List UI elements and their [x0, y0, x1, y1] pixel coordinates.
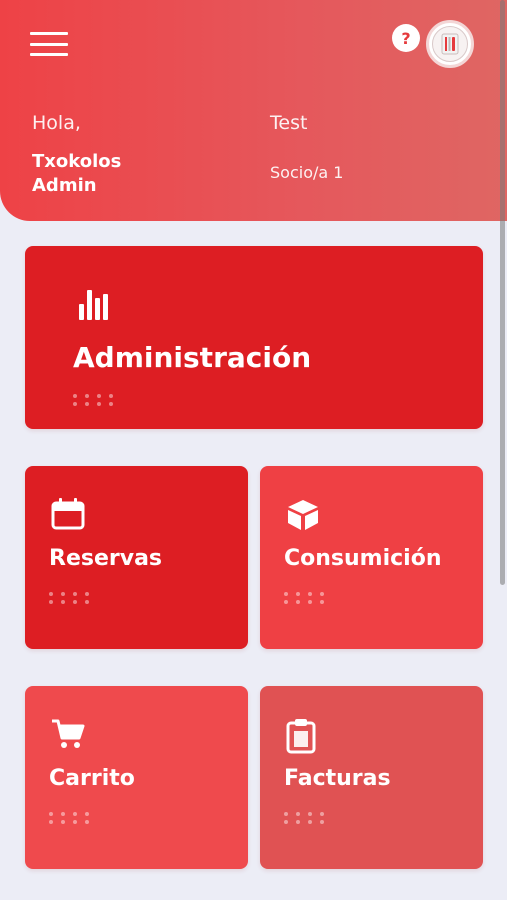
dots-decoration [49, 812, 89, 824]
card-label: Carrito [49, 766, 135, 791]
card-label: Reservas [49, 546, 163, 571]
scrollbar[interactable] [500, 0, 505, 585]
header: ? Hola, Txokolos Admin Test Socio/a 1 [0, 0, 507, 221]
dots-decoration [284, 812, 324, 824]
carrito-card[interactable]: Carrito [25, 686, 248, 869]
calendar-icon [51, 498, 85, 534]
card-label: Administración [73, 341, 312, 374]
box-icon [286, 498, 320, 536]
dots-decoration [49, 592, 89, 604]
bar-chart-icon [77, 286, 113, 326]
user-name: Txokolos Admin [32, 151, 122, 196]
reservas-card[interactable]: Reservas [25, 466, 248, 649]
dots-decoration [73, 394, 113, 406]
test-label: Test [270, 112, 308, 134]
consumicion-card[interactable]: Consumición [260, 466, 483, 649]
facturas-card[interactable]: Facturas [260, 686, 483, 869]
clipboard-icon [286, 718, 316, 758]
help-button[interactable]: ? [392, 24, 420, 52]
greeting-text: Hola, [32, 112, 81, 134]
card-label: Consumición [284, 546, 442, 571]
menu-icon[interactable] [30, 32, 68, 56]
card-label: Facturas [284, 766, 391, 791]
role-label: Socio/a 1 [270, 163, 344, 182]
avatar[interactable] [426, 20, 474, 68]
dots-decoration [284, 592, 324, 604]
administracion-card[interactable]: Administración [25, 246, 483, 429]
restaurant-logo-icon [432, 26, 468, 62]
cart-icon [51, 718, 85, 754]
